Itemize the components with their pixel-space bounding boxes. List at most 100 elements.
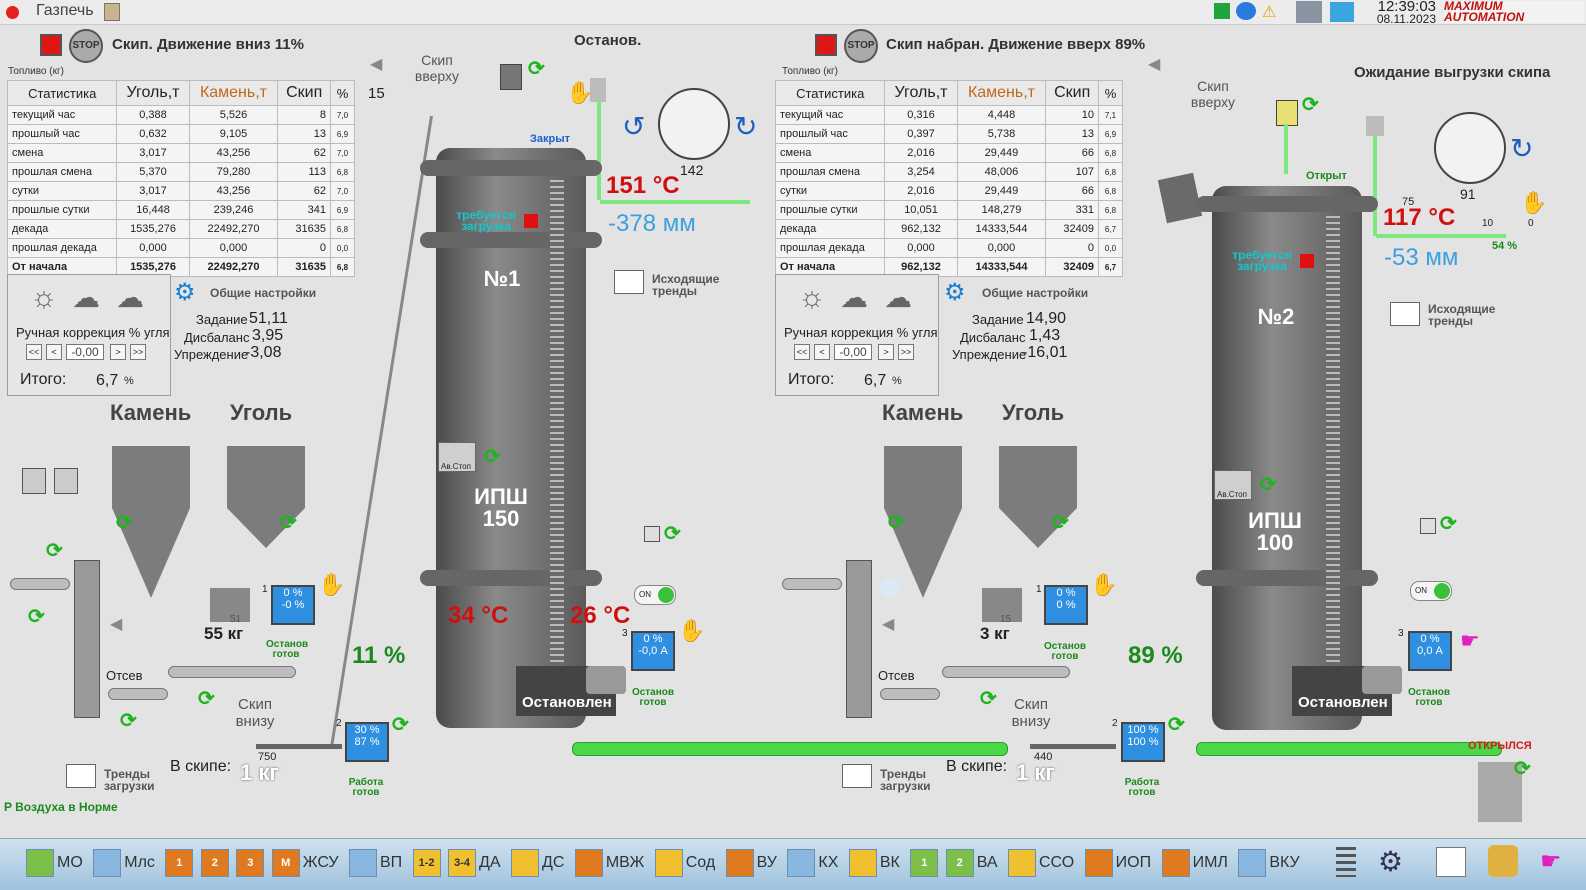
taskbar-item[interactable]: ССО: [1039, 854, 1074, 872]
taskbar-item[interactable]: КХ: [818, 854, 838, 872]
taskbar-item[interactable]: ИМЛ: [1193, 854, 1228, 872]
drive-box-1[interactable]: 0 % -0 %: [271, 585, 315, 625]
scale-icon[interactable]: [22, 468, 46, 494]
app-icon[interactable]: [1161, 849, 1190, 877]
app-icon[interactable]: [1084, 849, 1113, 877]
taskbar-item[interactable]: ИОП: [1116, 854, 1151, 872]
taskbar-item[interactable]: МО: [57, 854, 83, 872]
refresh-icon[interactable]: ⟳: [528, 56, 545, 81]
menu-icon[interactable]: [1336, 847, 1356, 877]
refresh-icon[interactable]: ⟳: [1514, 756, 1531, 781]
taskbar-item[interactable]: 3: [236, 849, 265, 877]
speaker-icon[interactable]: ◀: [110, 614, 122, 634]
taskbar-item[interactable]: ВП: [380, 854, 402, 872]
drive-box-3[interactable]: 0 % -0,0 А: [631, 631, 675, 671]
taskbar-item[interactable]: Сод: [686, 854, 715, 872]
refresh-icon[interactable]: ⟳: [392, 712, 409, 737]
device-icon[interactable]: [644, 526, 660, 542]
app-icon[interactable]: [511, 849, 539, 877]
app-icon[interactable]: [654, 849, 683, 877]
taskbar-item[interactable]: М: [271, 849, 300, 877]
corr-up-button[interactable]: >: [110, 344, 126, 360]
settings-label[interactable]: Общие настройки: [210, 286, 316, 300]
refresh-icon[interactable]: ⟳: [1440, 511, 1457, 536]
emergency-stop[interactable]: Ав.Стоп: [1214, 470, 1252, 500]
stop-button[interactable]: STOP: [69, 29, 103, 63]
app-icon[interactable]: [93, 849, 122, 877]
on-switch[interactable]: ON: [634, 585, 676, 605]
engineer-icon[interactable]: [1488, 845, 1518, 877]
taskbar-item[interactable]: ЖСУ: [303, 854, 339, 872]
gear-icon[interactable]: ⚙: [1378, 845, 1403, 878]
speaker-icon[interactable]: ◀: [370, 54, 382, 74]
corr-fast-down-button[interactable]: <<: [794, 344, 810, 360]
refresh-icon[interactable]: ⟳: [1168, 712, 1185, 737]
stop-button[interactable]: STOP: [844, 29, 878, 63]
emergency-stop[interactable]: Ав.Стоп: [438, 442, 476, 472]
app-icon[interactable]: [725, 849, 754, 877]
app-icon[interactable]: [348, 849, 377, 877]
trends-load-button[interactable]: [842, 764, 872, 788]
drive-box-3[interactable]: 0 % 0,0 А: [1408, 631, 1452, 671]
corr-fast-down-button[interactable]: <<: [26, 344, 42, 360]
refresh-icon[interactable]: ⟳: [46, 538, 63, 563]
corr-down-button[interactable]: <: [46, 344, 62, 360]
refresh-icon[interactable]: ⟳: [1052, 510, 1069, 535]
rotate-right-icon[interactable]: ↻: [1510, 132, 1533, 165]
taskbar-item[interactable]: ВУ: [757, 854, 777, 872]
close-icon[interactable]: [6, 6, 19, 19]
refresh-icon[interactable]: ⟳: [484, 444, 501, 469]
corr-down-button[interactable]: <: [814, 344, 830, 360]
drive-box-2[interactable]: 30 % 87 %: [345, 722, 389, 762]
app-icon[interactable]: [574, 849, 603, 877]
chat-icon[interactable]: [1236, 2, 1256, 20]
trends-out-label[interactable]: Исходящие тренды: [1428, 303, 1508, 327]
hand-icon[interactable]: ✋: [318, 572, 345, 598]
refresh-icon[interactable]: ⟳: [980, 686, 997, 711]
clipboard-icon[interactable]: [104, 3, 120, 21]
refresh-icon[interactable]: ⟳: [116, 510, 133, 535]
speaker-icon[interactable]: ◀: [882, 614, 894, 634]
taskbar-item[interactable]: 1: [910, 849, 939, 877]
trends-load-label[interactable]: Тренды загрузки: [104, 768, 160, 792]
refresh-icon[interactable]: ⟳: [1302, 92, 1319, 117]
trends-load-label[interactable]: Тренды загрузки: [880, 768, 936, 792]
taskbar-item[interactable]: 3-4: [448, 849, 477, 877]
telegram-icon[interactable]: [1330, 2, 1354, 22]
taskbar-item[interactable]: Млс: [124, 854, 155, 872]
rotate-right-icon[interactable]: ↻: [734, 110, 757, 143]
warning-icon[interactable]: ⚠: [1262, 2, 1276, 22]
drive-box-2[interactable]: 100 % 100 %: [1121, 722, 1165, 762]
taskbar-item[interactable]: ВА: [977, 854, 998, 872]
refresh-icon[interactable]: ⟳: [280, 510, 297, 535]
taskbar-item[interactable]: 1-2: [412, 849, 441, 877]
corr-input[interactable]: -0,00: [834, 344, 872, 360]
trends-out-label[interactable]: Исходящие тренды: [652, 273, 732, 297]
taskbar-item[interactable]: МВЖ: [606, 854, 644, 872]
taskbar-item[interactable]: ДС: [542, 854, 564, 872]
stop-indicator[interactable]: [40, 34, 62, 56]
refresh-icon[interactable]: ⟳: [664, 521, 681, 546]
taskbar-item[interactable]: 1: [165, 849, 194, 877]
app-icon[interactable]: [848, 849, 877, 877]
hand-icon[interactable]: ✋: [1090, 572, 1117, 598]
scale-icon[interactable]: [54, 468, 78, 494]
taskbar-item[interactable]: 2: [200, 849, 229, 877]
corr-input[interactable]: -0,00: [66, 344, 104, 360]
refresh-icon[interactable]: ⟳: [1260, 472, 1277, 497]
stop-indicator[interactable]: [815, 34, 837, 56]
hand-icon[interactable]: ✋: [1520, 190, 1547, 216]
refresh-icon[interactable]: ⟳: [198, 686, 215, 711]
taskbar-item[interactable]: ВК: [880, 854, 900, 872]
chart-icon[interactable]: [1436, 847, 1466, 877]
speaker-icon[interactable]: ◀: [1148, 54, 1160, 74]
pointer-hand-icon[interactable]: ☛: [1540, 847, 1562, 876]
corr-fast-up-button[interactable]: >>: [898, 344, 914, 360]
hand-icon[interactable]: ✋: [678, 618, 705, 644]
pointer-hand-icon[interactable]: ☛: [1460, 628, 1480, 654]
trends-out-button[interactable]: [1390, 302, 1420, 326]
taskbar-item[interactable]: ВКУ: [1269, 854, 1299, 872]
add-icon[interactable]: [1214, 3, 1230, 19]
trends-load-button[interactable]: [66, 764, 96, 788]
refresh-icon[interactable]: ⟳: [28, 604, 45, 629]
